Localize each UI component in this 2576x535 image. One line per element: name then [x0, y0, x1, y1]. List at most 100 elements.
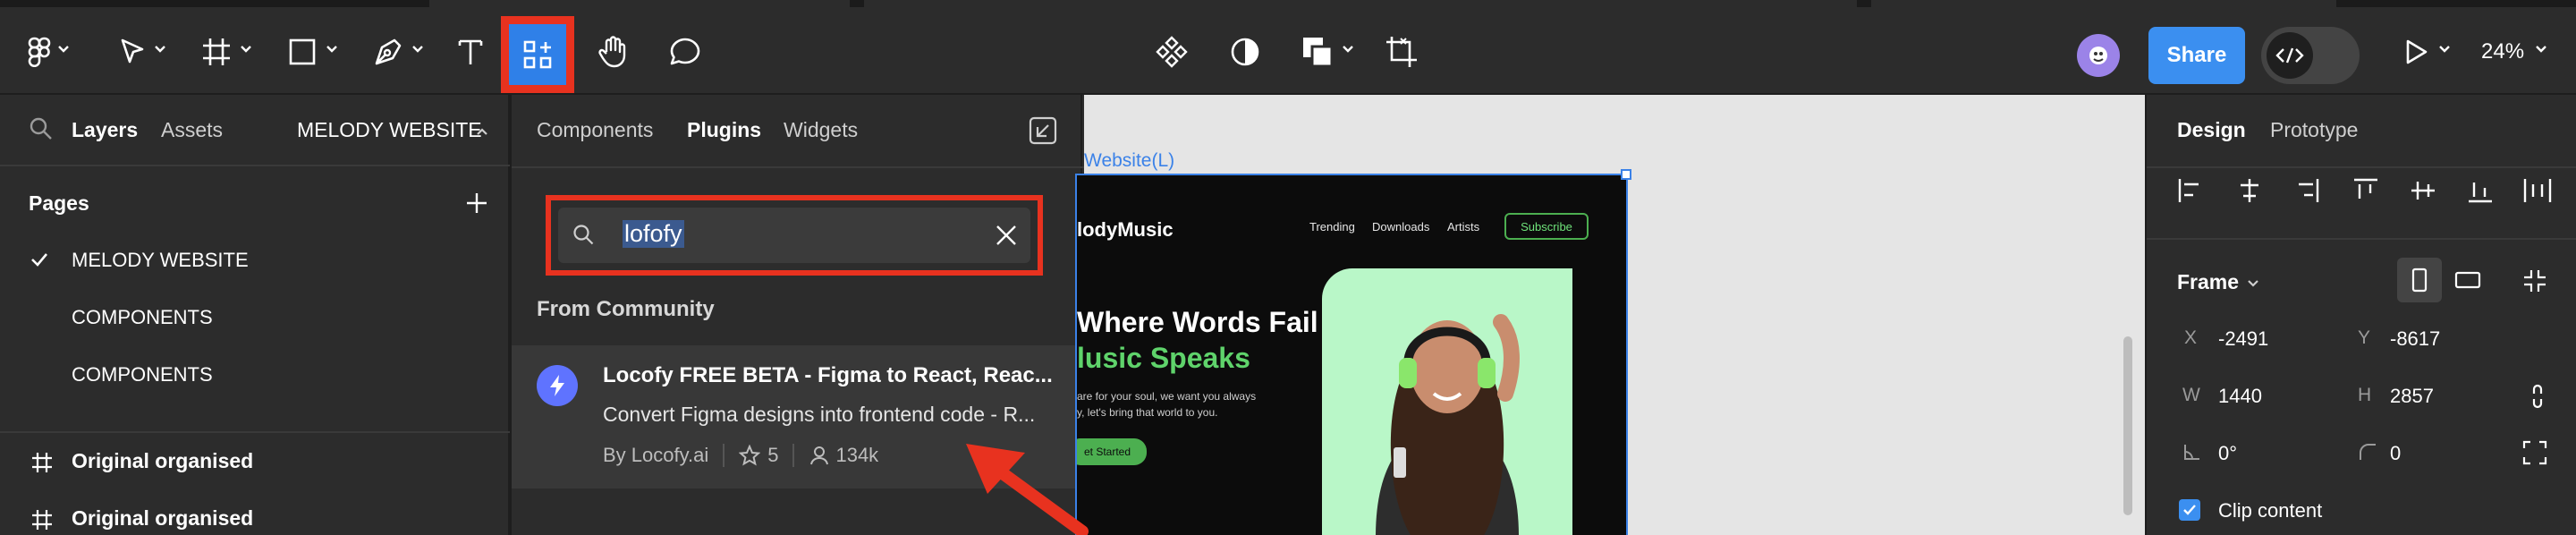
dev-mode-toggle[interactable] — [2261, 27, 2360, 84]
constrain-proportions-icon[interactable] — [2529, 383, 2546, 410]
component-icon[interactable] — [1154, 27, 1190, 77]
layer-item[interactable]: Original organised — [72, 506, 253, 531]
browser-tab[interactable] — [429, 0, 850, 7]
align-bottom-icon[interactable] — [2467, 177, 2494, 204]
frame-icon — [32, 510, 52, 530]
page-item-components[interactable]: COMPONENTS — [72, 306, 213, 329]
chevron-down-icon[interactable] — [2535, 45, 2547, 54]
page-item-components[interactable]: COMPONENTS — [72, 363, 213, 386]
align-right-icon[interactable] — [2293, 177, 2320, 204]
x-field[interactable]: -2491 — [2218, 327, 2268, 351]
text-tool-icon[interactable] — [453, 27, 488, 77]
toolbar: Share 24% — [0, 7, 2576, 95]
frame-tool-icon[interactable] — [199, 27, 234, 77]
frame-section-title[interactable]: Frame — [2177, 270, 2239, 294]
site-nav-item: Artists — [1447, 220, 1480, 234]
canvas-scrollbar[interactable] — [2123, 336, 2132, 515]
user-icon — [810, 446, 829, 465]
rotation-field[interactable]: 0° — [2218, 442, 2237, 465]
distribute-icon[interactable] — [2522, 177, 2553, 204]
boolean-icon[interactable] — [1301, 27, 1336, 77]
site-paragraph: are for your soul, we want you always y,… — [1077, 390, 1257, 419]
w-label: W — [2182, 385, 2200, 405]
chevron-down-icon[interactable] — [2438, 45, 2451, 54]
website-frame[interactable]: lodyMusic Trending Downloads Artists Sub… — [1075, 174, 1628, 535]
tab-plugins[interactable]: Plugins — [687, 118, 761, 142]
avatar[interactable] — [2077, 34, 2120, 77]
move-tool-icon[interactable] — [114, 27, 150, 77]
align-top-icon[interactable] — [2352, 177, 2379, 204]
comment-tool-icon[interactable] — [667, 27, 703, 77]
chevron-down-icon[interactable] — [326, 45, 338, 54]
portrait-button[interactable] — [2397, 258, 2442, 302]
w-field[interactable]: 1440 — [2218, 385, 2262, 408]
search-icon[interactable] — [29, 116, 54, 141]
resize-handle[interactable] — [1621, 169, 1631, 180]
align-left-icon[interactable] — [2177, 177, 2204, 204]
lightning-icon — [550, 375, 564, 396]
figma-menu-icon[interactable] — [21, 27, 57, 77]
collapse-panel-icon[interactable] — [1029, 116, 1057, 145]
file-name[interactable]: MELODY WEBSITE — [297, 118, 482, 142]
plugin-stars: 5 — [767, 444, 779, 466]
corner-radius-field[interactable]: 0 — [2390, 442, 2401, 465]
site-headline: Where Words Fail — [1077, 306, 1318, 338]
rectangle-tool-icon[interactable] — [284, 27, 320, 77]
site-nav-item: Downloads — [1372, 220, 1430, 234]
pen-tool-icon[interactable] — [370, 27, 406, 77]
chevron-down-icon[interactable] — [240, 45, 252, 54]
plugin-users: 134k — [835, 444, 879, 466]
tab-widgets[interactable]: Widgets — [784, 118, 858, 142]
tab-design[interactable]: Design — [2177, 118, 2246, 142]
plugin-search-input[interactable]: lofofy — [558, 208, 1030, 263]
h-field[interactable]: 2857 — [2390, 385, 2434, 408]
divider — [2147, 166, 2576, 168]
chevron-down-icon[interactable] — [1342, 45, 1354, 54]
star-icon — [739, 445, 761, 466]
mask-icon[interactable] — [1227, 27, 1263, 77]
present-icon[interactable] — [2399, 27, 2435, 77]
hero-card — [1322, 268, 1572, 535]
search-value: lofofy — [623, 220, 684, 248]
y-label: Y — [2358, 327, 2371, 348]
site-headline-accent: lusic Speaks — [1077, 342, 1250, 374]
page-item-melody-website[interactable]: MELODY WEBSITE — [72, 249, 249, 272]
browser-tab[interactable] — [1871, 0, 2336, 7]
align-horizontal-center-icon[interactable] — [2236, 177, 2263, 204]
landscape-icon[interactable] — [2454, 270, 2481, 290]
plugin-title: Locofy FREE BETA - Figma to React, Reac.… — [603, 363, 1053, 387]
chevron-down-icon[interactable] — [57, 45, 70, 54]
resize-to-fit-icon[interactable] — [2522, 268, 2547, 293]
divider — [2147, 238, 2576, 240]
portrait-icon — [2411, 268, 2428, 293]
tab-layers[interactable]: Layers — [72, 118, 138, 142]
clip-content-checkbox[interactable] — [2179, 499, 2200, 521]
frame-label[interactable]: Website(L) — [1084, 150, 1174, 172]
chevron-down-icon[interactable] — [2247, 279, 2259, 288]
y-field[interactable]: -8617 — [2390, 327, 2440, 351]
chevron-down-icon[interactable] — [154, 45, 166, 54]
chevron-down-icon[interactable] — [411, 45, 424, 54]
zoom-level[interactable]: 24% — [2481, 39, 2524, 64]
crop-icon[interactable] — [1383, 27, 1420, 77]
layer-item[interactable]: Original organised — [72, 449, 253, 473]
chevron-up-icon[interactable] — [476, 127, 488, 136]
red-arrow-annotation — [966, 444, 1089, 535]
canvas[interactable]: Website(L) lodyMusic Trending Downloads … — [1075, 95, 2145, 535]
tab-prototype[interactable]: Prototype — [2270, 118, 2358, 142]
tab-assets[interactable]: Assets — [161, 118, 223, 142]
browser-tab[interactable] — [864, 0, 1857, 7]
resources-tool-button[interactable] — [501, 16, 574, 93]
share-button[interactable]: Share — [2148, 27, 2245, 84]
code-icon — [2275, 47, 2304, 64]
section-heading: From Community — [537, 297, 715, 321]
add-page-icon[interactable] — [465, 191, 488, 215]
tab-components[interactable]: Components — [537, 118, 653, 142]
hand-tool-icon[interactable] — [596, 27, 631, 77]
clear-search-icon[interactable] — [995, 224, 1018, 247]
independent-corners-icon[interactable] — [2522, 440, 2547, 465]
left-panel: Layers Assets MELODY WEBSITE Pages MELOD… — [0, 95, 510, 535]
plugin-description: Convert Figma designs into frontend code… — [603, 403, 1036, 426]
left-panel-tabs: Layers Assets MELODY WEBSITE — [0, 95, 510, 166]
align-vertical-center-icon[interactable] — [2410, 177, 2436, 204]
